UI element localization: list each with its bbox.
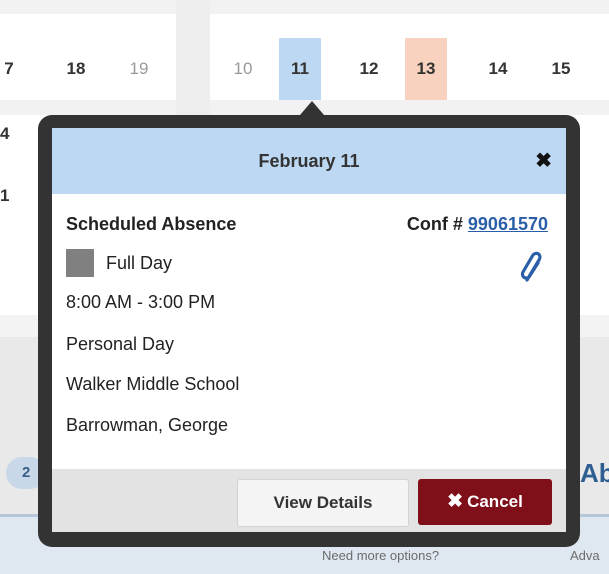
calendar-day[interactable]: 12 [348, 38, 390, 100]
conf-label: Conf # [406, 214, 463, 234]
close-icon[interactable]: ✖ [535, 128, 552, 194]
popup-pointer [300, 101, 324, 115]
absence-title: Scheduled Absence [66, 214, 237, 234]
absence-reason: Personal Day [66, 334, 175, 354]
duration-label: Full Day [106, 252, 173, 273]
calendar-divider [176, 0, 210, 115]
calendar-day[interactable]: 14 [477, 38, 519, 100]
view-details-button[interactable]: View Details [237, 479, 409, 527]
absence-popup: February 11 ✖ Scheduled Absence Conf # 9… [38, 115, 580, 547]
popup-header: February 11 ✖ [52, 128, 566, 194]
calendar-day[interactable]: 10 [222, 38, 264, 100]
duration-swatch [66, 249, 94, 277]
cancel-label: Cancel [467, 492, 523, 511]
calendar-day-today[interactable]: 13 [405, 38, 447, 100]
popup-footer: View Details ✖ Cancel [52, 469, 566, 532]
calendar-day[interactable]: 7 [0, 38, 30, 100]
more-options-link[interactable]: Need more options? [322, 548, 439, 563]
popup-body: Scheduled Absence Conf # 99061570 Full D… [52, 194, 566, 469]
paperclip-icon[interactable] [518, 250, 546, 286]
calendar-day-selected[interactable]: 11 [279, 38, 321, 100]
cancel-button[interactable]: ✖ Cancel [418, 479, 552, 525]
background-row-fragment: 1 [0, 186, 10, 205]
employee-name: Barrowman, George [66, 415, 229, 435]
calendar-strip: 7 18 19 10 11 12 13 14 15 [0, 0, 609, 116]
calendar-day[interactable]: 15 [540, 38, 582, 100]
advanced-link[interactable]: Adva [570, 548, 600, 563]
confirmation: Conf # 99061570 [407, 214, 548, 235]
popup-content: February 11 ✖ Scheduled Absence Conf # 9… [52, 128, 566, 532]
school-location: Walker Middle School [66, 374, 240, 394]
background-row-fragment: 4 [0, 124, 10, 143]
popup-title: February 11 [258, 151, 360, 171]
duration-row: Full Day [66, 249, 172, 277]
calendar-day[interactable]: 18 [55, 38, 97, 100]
background-heading-fragment: Ab [580, 458, 609, 488]
time-range: 8:00 AM - 3:00 PM [66, 292, 216, 312]
conf-number-link[interactable]: 99061570 [468, 214, 548, 234]
x-icon: ✖ [447, 491, 464, 512]
calendar-day[interactable]: 19 [118, 38, 160, 100]
